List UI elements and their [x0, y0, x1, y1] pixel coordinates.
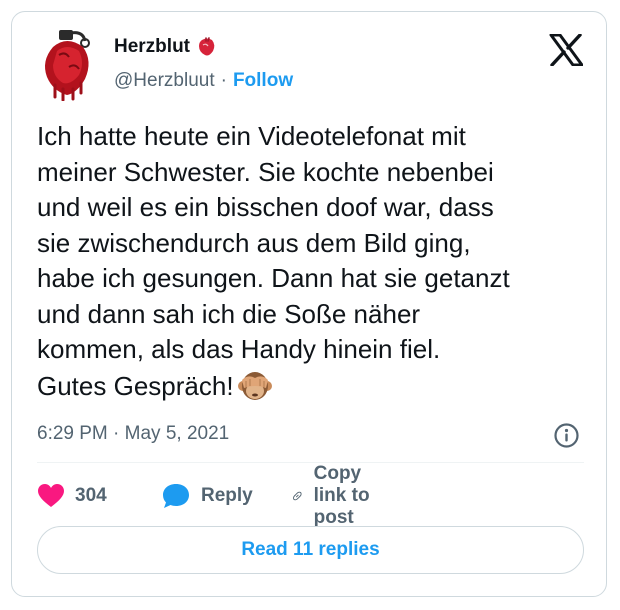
link-icon [293, 491, 302, 501]
heart-icon [38, 484, 64, 507]
see-no-evil-monkey-icon [237, 371, 272, 400]
like-count: 304 [75, 485, 107, 506]
avatar[interactable] [39, 27, 95, 102]
tweet-timestamp[interactable]: 6:29 PM · May 5, 2021 [37, 423, 229, 445]
separator-dot: · [220, 70, 227, 91]
display-name[interactable]: Herzblut [114, 36, 190, 58]
follow-button[interactable]: Follow [233, 70, 293, 92]
copy-link-label: Copy link to post [313, 463, 370, 528]
reply-label: Reply [201, 485, 253, 506]
anatomical-heart-grenade-icon [45, 30, 90, 102]
tweet-body: Ich hatte heute ein Videotelefonat mit m… [37, 121, 510, 401]
user-handle[interactable]: @Herzbluut [114, 70, 215, 92]
like-button[interactable]: 304 [37, 479, 107, 513]
anatomical-heart-icon [199, 37, 215, 56]
tweet-text: Ich hatte heute ein Videotelefonat mit m… [37, 119, 597, 404]
reply-button[interactable]: Reply [161, 479, 253, 513]
x-logo-icon[interactable] [549, 34, 583, 66]
copy-link-button[interactable]: Copy link to post [291, 463, 379, 528]
divider [37, 462, 584, 463]
read-replies-button[interactable]: Read 11 replies [37, 526, 584, 574]
speech-bubble-icon [163, 484, 189, 508]
info-icon[interactable] [553, 422, 580, 449]
